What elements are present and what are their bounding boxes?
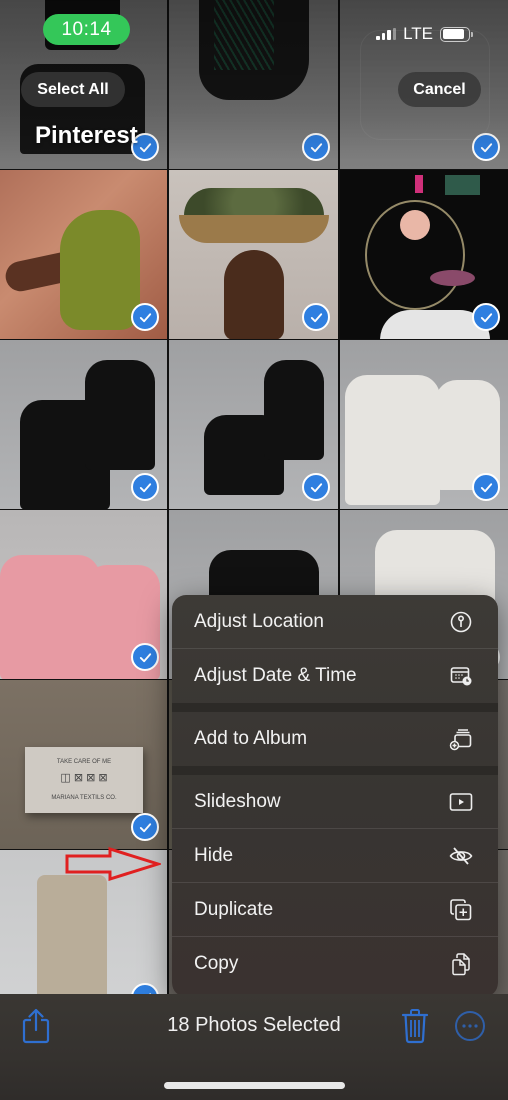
selection-count: 18 Photos Selected (167, 1014, 341, 1036)
menu-item-hide[interactable]: Hide (172, 829, 498, 883)
battery-icon (440, 26, 473, 42)
calendar-clock-icon (448, 663, 474, 689)
menu-item-label: Add to Album (194, 728, 308, 749)
photo-tile[interactable] (340, 340, 508, 509)
carrier-label: LTE (403, 24, 433, 43)
delete-button[interactable] (401, 1008, 429, 1049)
tag-line: TAKE CARE OF ME (56, 759, 112, 765)
menu-item-adjust-date-time[interactable]: Adjust Date & Time (172, 649, 498, 703)
selected-check-icon[interactable] (131, 813, 159, 841)
photo-tile[interactable] (0, 510, 167, 679)
selected-check-icon[interactable] (472, 303, 500, 331)
status-time[interactable]: 10:14 (43, 14, 130, 45)
location-info-icon (448, 609, 474, 635)
add-to-album-icon (448, 726, 474, 752)
menu-item-label: Duplicate (194, 898, 274, 920)
photo-tile[interactable] (169, 0, 338, 169)
menu-section-divider (172, 703, 498, 712)
select-all-button[interactable]: Select All (21, 72, 125, 107)
selected-check-icon[interactable] (131, 303, 159, 331)
care-label-tag: TAKE CARE OF ME ◫ ⊠ ⊠ ⊠ MARIANA TEXTILS CO… (25, 747, 143, 813)
copy-documents-icon (448, 951, 474, 977)
trash-icon (401, 1009, 429, 1044)
menu-item-slideshow[interactable]: Slideshow (172, 775, 498, 829)
menu-item-label: Copy (194, 953, 239, 974)
menu-item-label: Adjust Date & Time (194, 665, 357, 686)
menu-item-adjust-location[interactable]: Adjust Location (172, 595, 498, 649)
photo-tile[interactable] (0, 340, 167, 509)
status-indicators: LTE (376, 24, 473, 44)
eye-slash-icon (448, 843, 474, 869)
home-indicator[interactable] (164, 1082, 345, 1089)
selected-check-icon[interactable] (472, 473, 500, 501)
menu-item-add-to-album[interactable]: Add to Album (172, 712, 498, 766)
cancel-button[interactable]: Cancel (398, 72, 481, 107)
signal-icon (376, 28, 397, 40)
selected-check-icon[interactable] (472, 133, 500, 161)
selected-check-icon[interactable] (302, 473, 330, 501)
menu-item-duplicate[interactable]: Duplicate (172, 883, 498, 937)
annotation-arrow-right-icon (65, 847, 161, 881)
tag-line: MARIANA TEXTILS CO. (51, 795, 117, 801)
photo-tile[interactable]: TAKE CARE OF ME ◫ ⊠ ⊠ ⊠ MARIANA TEXTILS CO… (0, 680, 167, 849)
menu-item-label: Adjust Location (194, 610, 324, 632)
photo-tile[interactable] (169, 340, 338, 509)
selected-check-icon[interactable] (131, 643, 159, 671)
more-button[interactable] (454, 1010, 486, 1047)
photo-tile[interactable] (340, 170, 508, 339)
menu-item-copy[interactable]: Copy (172, 937, 498, 991)
photo-tile[interactable] (0, 170, 167, 339)
selection-toolbar: 18 Photos Selected (0, 994, 508, 1100)
selected-check-icon[interactable] (131, 473, 159, 501)
ellipsis-circle-icon (455, 1011, 485, 1041)
album-title: Pinterest (35, 122, 138, 149)
selected-check-icon[interactable] (302, 303, 330, 331)
play-rectangle-icon (448, 789, 474, 815)
photo-tile[interactable] (169, 170, 338, 339)
duplicate-plus-icon (448, 897, 474, 923)
context-menu: Adjust Location Adjust Date & Time Add t… (172, 595, 498, 997)
menu-section-divider (172, 766, 498, 775)
selected-check-icon[interactable] (302, 133, 330, 161)
menu-item-label: Hide (194, 844, 234, 866)
menu-item-label: Slideshow (194, 790, 281, 812)
